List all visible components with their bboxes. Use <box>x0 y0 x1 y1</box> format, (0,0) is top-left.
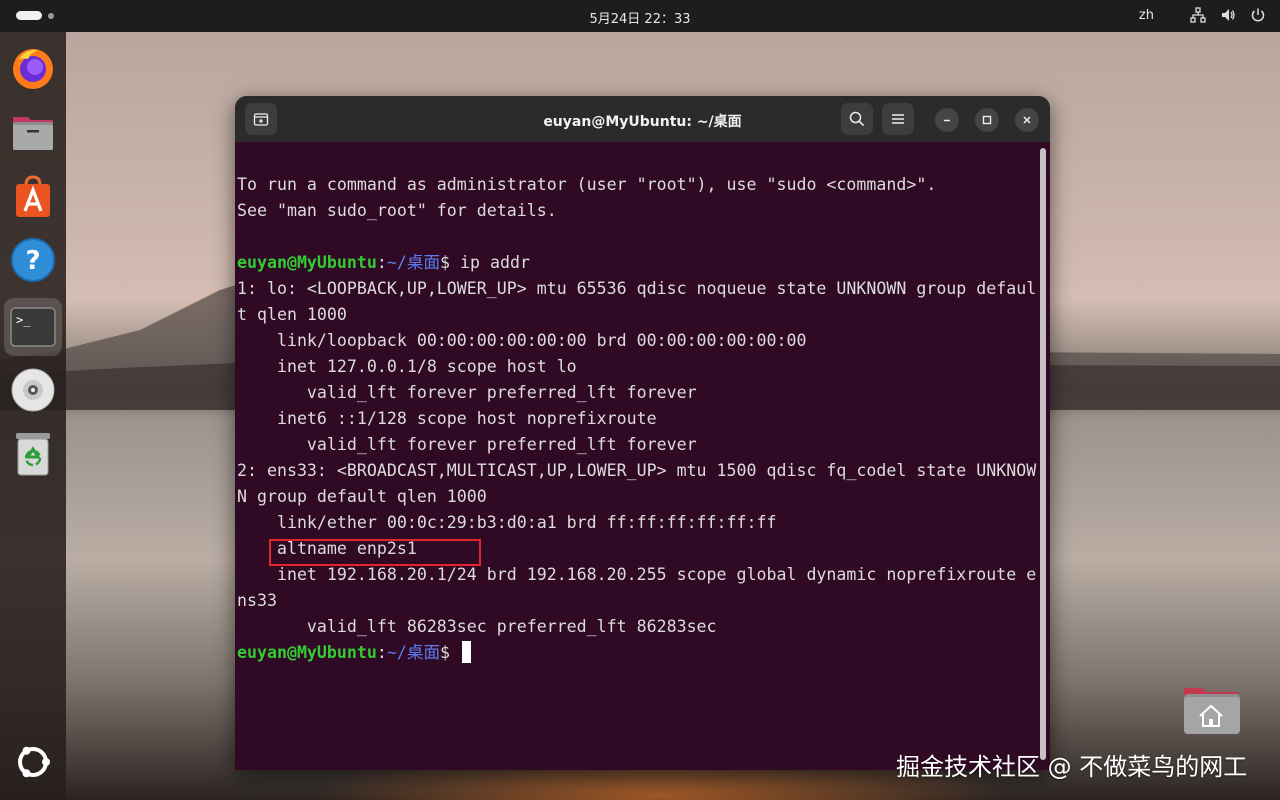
system-tray[interactable]: zh <box>1139 7 1266 23</box>
home-folder-icon <box>1184 688 1240 734</box>
terminal-prompt-line: euyan@MyUbuntu:~/桌面$ <box>237 640 1037 666</box>
dock-item-firefox[interactable] <box>9 44 57 92</box>
desktop-home-folder[interactable] <box>1182 684 1240 736</box>
clock[interactable]: 5月24日 22：33 <box>0 8 1280 27</box>
dock-item-show-apps[interactable] <box>9 738 57 786</box>
terminal-line: valid_lft 86283sec preferred_lft 86283se… <box>237 617 717 636</box>
terminal-line: valid_lft forever preferred_lft forever <box>237 435 697 454</box>
volume-icon <box>1222 9 1235 21</box>
maximize-button[interactable] <box>975 108 999 132</box>
command-text: ip addr <box>450 253 530 272</box>
window-title: euyan@MyUbuntu: ~/桌面 <box>543 114 742 130</box>
disc-icon <box>11 368 55 412</box>
minimize-icon <box>944 119 950 122</box>
terminal-line: t qlen 1000 <box>237 305 347 324</box>
power-icon <box>1251 8 1265 22</box>
maximize-icon <box>982 115 992 125</box>
terminal-line: link/ether 00:0c:29:b3:d0:a1 brd ff:ff:f… <box>237 513 777 532</box>
watermark-text: 掘金技术社区 @ 不做菜鸟的网工 <box>896 753 1248 781</box>
firefox-icon <box>13 49 53 89</box>
prompt-path: ~/桌面 <box>386 643 441 662</box>
prompt-path: ~/桌面 <box>386 253 441 272</box>
terminal-line: 2: ens33: <BROADCAST,MULTICAST,UP,LOWER_… <box>237 461 1037 480</box>
terminal-line: link/loopback 00:00:00:00:00:00 brd 00:0… <box>237 331 807 350</box>
terminal-line: See "man sudo_root" for details. <box>237 201 557 220</box>
terminal-line: inet 127.0.0.1/8 scope host lo <box>237 357 577 376</box>
command-text <box>450 643 460 662</box>
language-indicator[interactable]: zh <box>1139 8 1154 23</box>
terminal-line: N group default qlen 1000 <box>237 487 487 506</box>
terminal-line: valid_lft forever preferred_lft forever <box>237 383 697 402</box>
dock-item-files[interactable] <box>9 108 57 156</box>
terminal-line: To run a command as administrator (user … <box>237 175 937 194</box>
dock-item-help[interactable]: ? <box>9 236 57 284</box>
network-icon <box>1190 7 1206 23</box>
close-button[interactable] <box>1015 108 1039 132</box>
dock-item-terminal[interactable]: >_ <box>4 298 62 356</box>
prompt-user-host: euyan@MyUbuntu <box>237 643 377 662</box>
app-center-icon <box>16 175 50 217</box>
svg-text:?: ? <box>25 246 40 276</box>
help-icon: ? <box>11 238 55 282</box>
dock: ? >_ <box>0 32 66 800</box>
search-icon <box>849 111 865 127</box>
terminal-output[interactable]: To run a command as administrator (user … <box>237 146 1037 718</box>
ip-address-highlight-box <box>269 539 481 566</box>
top-bar: 5月24日 22：33 zh <box>0 0 1280 32</box>
files-icon <box>13 117 53 150</box>
minimize-button[interactable] <box>935 108 959 132</box>
dock-item-app-center[interactable] <box>9 172 57 220</box>
prompt-user-host: euyan@MyUbuntu <box>237 253 377 272</box>
svg-text:>_: >_ <box>16 313 31 327</box>
terminal-prompt-line: euyan@MyUbuntu:~/桌面$ ip addr <box>237 253 530 272</box>
dock-item-disc[interactable] <box>9 366 57 414</box>
search-button[interactable] <box>841 103 873 135</box>
terminal-line: ns33 <box>237 591 277 610</box>
text-cursor <box>462 641 472 663</box>
title-bar[interactable]: euyan@MyUbuntu: ~/桌面 <box>235 96 1050 142</box>
scrollbar[interactable] <box>1040 148 1046 760</box>
hamburger-menu-icon <box>892 114 904 124</box>
dock-item-trash[interactable] <box>9 430 57 478</box>
ubuntu-logo-icon <box>18 746 50 778</box>
close-icon <box>1023 116 1031 124</box>
trash-icon <box>16 433 50 476</box>
terminal-line: inet6 ::1/128 scope host noprefixroute <box>237 409 657 428</box>
terminal-icon: >_ <box>10 307 56 347</box>
terminal-line: 1: lo: <LOOPBACK,UP,LOWER_UP> mtu 65536 … <box>237 279 1037 298</box>
terminal-window: euyan@MyUbuntu: ~/桌面 To run a command as… <box>235 96 1050 770</box>
menu-button[interactable] <box>882 103 914 135</box>
